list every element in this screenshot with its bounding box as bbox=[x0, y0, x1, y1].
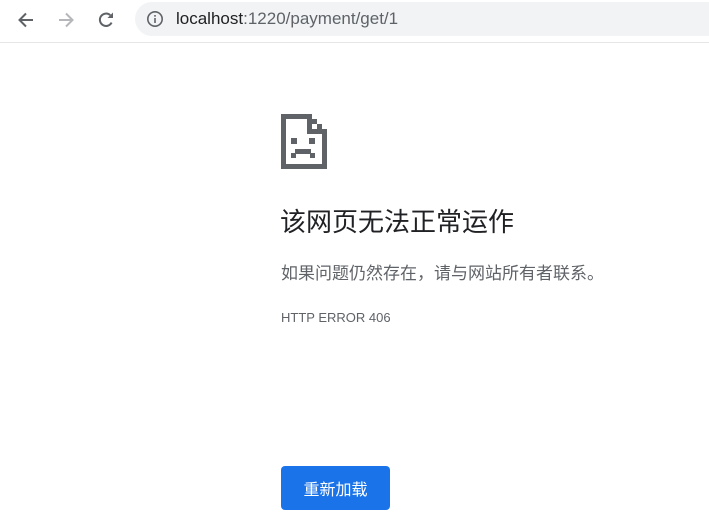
info-icon[interactable] bbox=[146, 10, 164, 32]
arrow-left-icon bbox=[18, 12, 33, 28]
url-path: :1220/payment/get/1 bbox=[243, 9, 399, 28]
back-button[interactable] bbox=[11, 5, 41, 35]
url-host: localhost bbox=[176, 9, 244, 28]
error-code: HTTP ERROR 406 bbox=[281, 310, 391, 325]
reload-page-button[interactable]: 重新加载 bbox=[281, 466, 390, 510]
url-text[interactable]: localhost:1220/payment/get/1 bbox=[176, 9, 398, 29]
error-title: 该网页无法正常运作 bbox=[280, 208, 515, 238]
reload-button[interactable] bbox=[91, 5, 121, 35]
forward-button[interactable] bbox=[51, 5, 81, 35]
error-description: 如果问题仍然存在，请与网站所有者联系。 bbox=[281, 264, 604, 284]
sad-page-icon bbox=[281, 114, 327, 169]
reload-icon bbox=[98, 12, 113, 27]
browser-toolbar: localhost:1220/payment/get/1 bbox=[0, 0, 709, 43]
arrow-right-icon bbox=[59, 12, 74, 28]
address-bar[interactable]: localhost:1220/payment/get/1 bbox=[135, 2, 709, 36]
